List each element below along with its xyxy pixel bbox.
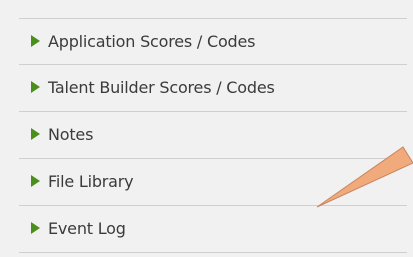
expand-caret-icon — [31, 222, 40, 234]
section-label: Event Log — [48, 219, 126, 238]
section-talent-builder-scores[interactable]: Talent Builder Scores / Codes — [19, 65, 407, 112]
expand-caret-icon — [31, 175, 40, 187]
section-label: File Library — [48, 172, 134, 191]
section-application-scores[interactable]: Application Scores / Codes — [19, 18, 407, 65]
section-event-log[interactable]: Event Log — [19, 206, 407, 253]
expand-caret-icon — [31, 128, 40, 140]
section-file-library[interactable]: File Library — [19, 159, 407, 206]
collapsible-sections-panel: Application Scores / Codes Talent Builde… — [0, 0, 413, 257]
expand-caret-icon — [31, 35, 40, 47]
section-label: Talent Builder Scores / Codes — [48, 78, 275, 97]
expand-caret-icon — [31, 81, 40, 93]
section-label: Application Scores / Codes — [48, 32, 256, 51]
section-notes[interactable]: Notes — [19, 112, 407, 159]
section-label: Notes — [48, 125, 94, 144]
